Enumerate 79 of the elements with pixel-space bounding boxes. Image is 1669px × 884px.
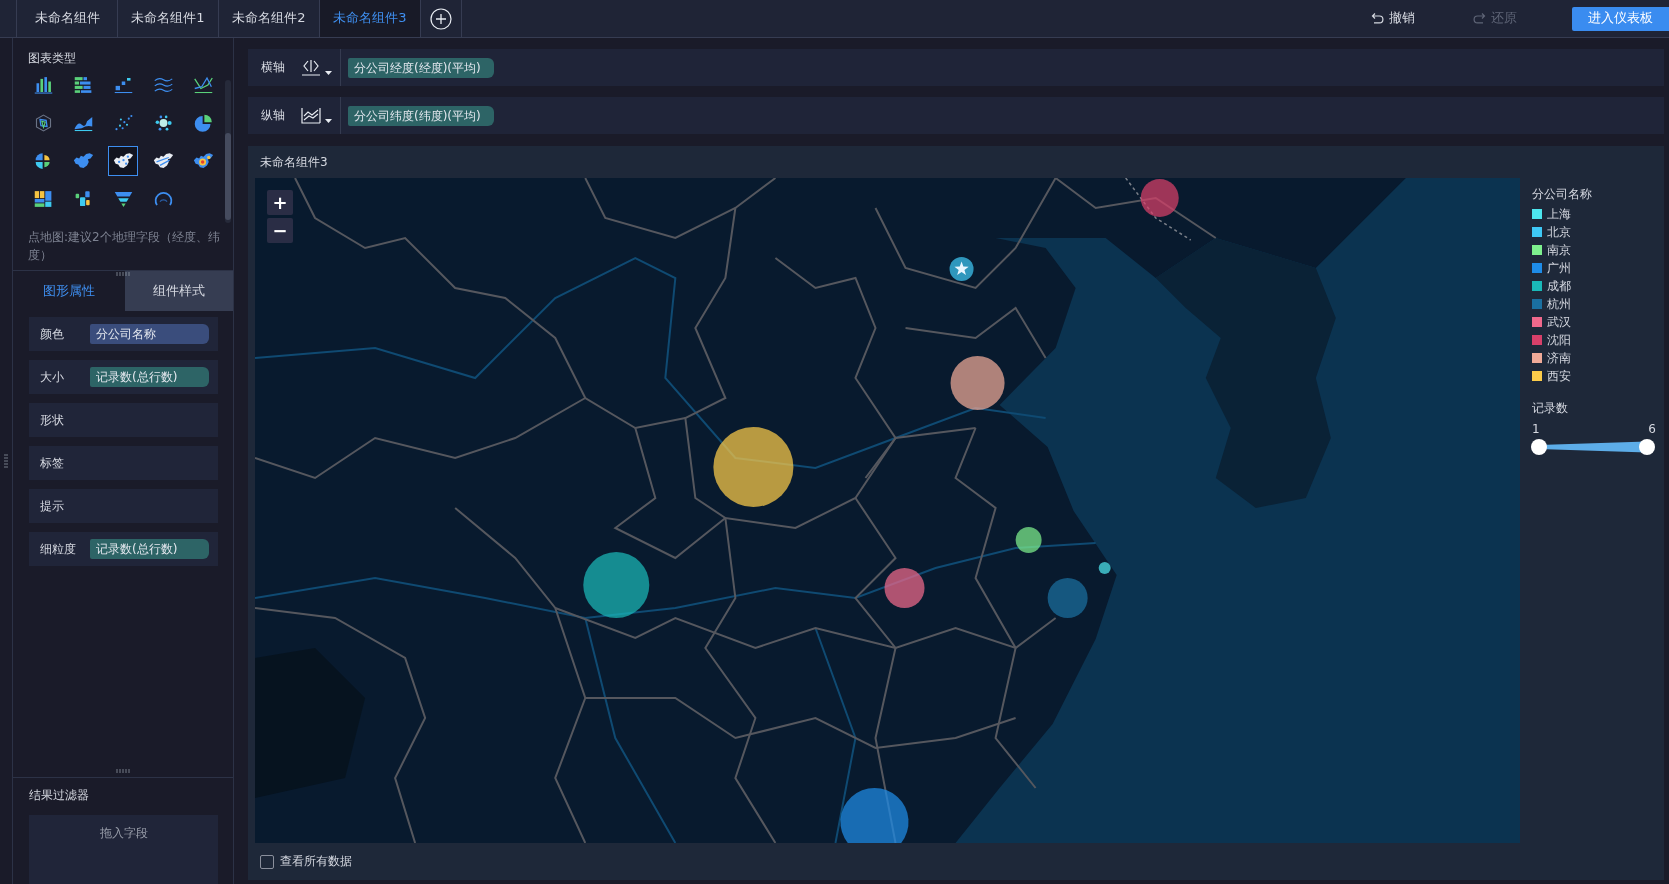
- axis-label: 纵轴: [261, 107, 286, 124]
- field-pill[interactable]: 分公司名称: [90, 324, 209, 344]
- checkbox[interactable]: [260, 854, 274, 869]
- property-label: 标签: [40, 454, 65, 472]
- field-pill[interactable]: 记录数(总行数): [90, 367, 209, 387]
- treemap-icon: [32, 190, 54, 208]
- section-title: 图表类型: [28, 50, 77, 66]
- tab[interactable]: 组件样式: [125, 271, 233, 311]
- zoom-in-button[interactable]: +: [267, 190, 293, 215]
- grip-icon: [4, 454, 8, 468]
- checkbox-label: 查看所有数据: [280, 853, 352, 870]
- field-pill[interactable]: 分公司纬度(纬度)(平均): [348, 105, 494, 126]
- point-map-icon: [112, 152, 134, 170]
- legend-title: 记录数: [1532, 400, 1569, 417]
- bubble-marker[interactable]: [713, 427, 794, 507]
- range-label: 1: [1532, 422, 1540, 436]
- property-label: 细粒度: [40, 540, 77, 558]
- property-label: 形状: [40, 411, 65, 429]
- section-title: 结果过滤器: [29, 787, 90, 803]
- heat-map-icon: [192, 152, 214, 170]
- bubble-marker[interactable]: [583, 552, 650, 618]
- property-label: 提示: [40, 497, 65, 515]
- line-chart-icon: [301, 107, 321, 124]
- undo-icon: [1371, 12, 1384, 25]
- field-pill[interactable]: 分公司经度(经度)(平均): [348, 57, 494, 78]
- chart-title: 未命名组件3: [259, 154, 329, 171]
- legend-label: 北京: [1547, 224, 1571, 241]
- legend-label: 杭州: [1547, 296, 1571, 313]
- legend-label: 上海: [1547, 206, 1571, 223]
- legend-label: 沈阳: [1547, 332, 1571, 349]
- chart-type-button[interactable]: [108, 146, 138, 176]
- range-label: 6: [1648, 422, 1656, 436]
- legend-label: 西安: [1547, 368, 1571, 385]
- bubble-marker[interactable]: [1140, 179, 1179, 217]
- property-label: 大小: [40, 368, 65, 386]
- legend-label: 成都: [1547, 278, 1571, 295]
- flow-map-icon: [152, 152, 174, 170]
- hint-text: 点地图:建议2个地理字段（经度、纬度）: [28, 229, 221, 264]
- star-icon: [954, 261, 969, 276]
- legend-label: 南京: [1547, 242, 1571, 259]
- bubble-marker[interactable]: [1098, 562, 1111, 574]
- caret-icon: [325, 118, 332, 123]
- axis-label: 横轴: [261, 59, 286, 76]
- legend-title: 分公司名称: [1532, 186, 1593, 203]
- caret-icon: [325, 70, 332, 75]
- range-slider[interactable]: [1531, 439, 1655, 455]
- slider-handle[interactable]: [1639, 439, 1655, 455]
- grip-icon: [116, 769, 130, 773]
- funnel-icon: [112, 190, 134, 208]
- multi-line-chart-icon: [152, 76, 174, 94]
- bubble-marker[interactable]: [840, 788, 909, 843]
- undo-button[interactable]: 撤销: [1371, 9, 1415, 28]
- map-icon: [72, 152, 94, 170]
- tab[interactable]: 未命名组件1: [118, 0, 219, 37]
- redo-icon: [1473, 12, 1486, 25]
- add-icon: [430, 7, 452, 30]
- legend-label: 济南: [1547, 350, 1571, 367]
- enter-dashboard-button[interactable]: 进入仪表板: [1572, 6, 1669, 31]
- legend-label: 广州: [1547, 260, 1571, 277]
- bubble-marker[interactable]: [1015, 527, 1042, 553]
- filter-drop-zone[interactable]: 拖入字段: [29, 815, 218, 884]
- legend-label: 武汉: [1547, 314, 1571, 331]
- pie-chart-icon: [192, 114, 214, 132]
- property-label: 颜色: [40, 325, 65, 343]
- tab[interactable]: 未命名组件3: [320, 0, 421, 37]
- symmetry-icon: [301, 59, 321, 76]
- gauge-icon: [152, 190, 174, 208]
- tab[interactable]: 未命名组件: [17, 0, 118, 37]
- step-chart-icon: [112, 76, 134, 94]
- zoom-out-button[interactable]: −: [267, 218, 293, 243]
- column-chart-icon: [32, 76, 54, 94]
- bubble-marker[interactable]: [1047, 578, 1088, 618]
- field-pill[interactable]: 记录数(总行数): [90, 539, 209, 559]
- combo-line-chart-icon: [192, 76, 214, 94]
- bubble-marker[interactable]: [884, 568, 925, 608]
- slider-handle[interactable]: [1531, 439, 1547, 455]
- bar-chart-icon: [72, 76, 94, 94]
- bubble-marker[interactable]: [950, 356, 1005, 410]
- scrollbar[interactable]: [225, 80, 231, 223]
